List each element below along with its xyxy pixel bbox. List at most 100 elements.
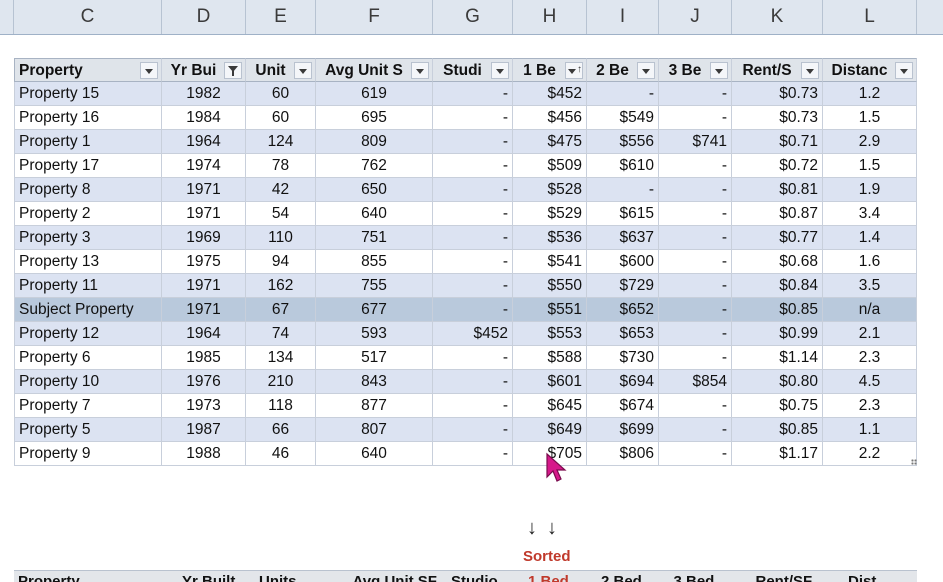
table-cell[interactable]: $541	[513, 250, 587, 274]
table-cell[interactable]: 593	[316, 322, 433, 346]
table-cell[interactable]: -	[433, 394, 513, 418]
column-letter-h[interactable]: H	[513, 0, 587, 34]
table-cell[interactable]: 60	[246, 106, 316, 130]
table-cell[interactable]: 134	[246, 346, 316, 370]
table-cell[interactable]: -	[433, 442, 513, 466]
table-cell[interactable]: 1971	[162, 274, 246, 298]
table-cell[interactable]: 1.5	[823, 154, 917, 178]
table-cell[interactable]: Property 17	[14, 154, 162, 178]
table-cell[interactable]: 3.4	[823, 202, 917, 226]
table-cell[interactable]: -	[659, 106, 732, 130]
table-cell[interactable]: -	[433, 418, 513, 442]
sort-ascending-icon[interactable]: ↑	[565, 62, 583, 79]
table-cell[interactable]: -	[587, 178, 659, 202]
table-cell[interactable]: $452	[433, 322, 513, 346]
table-cell[interactable]: 124	[246, 130, 316, 154]
table-cell[interactable]: $1.17	[732, 442, 823, 466]
table-cell[interactable]: $601	[513, 370, 587, 394]
header-cell[interactable]: Distanc	[823, 58, 917, 82]
header-cell[interactable]: 3 Be	[659, 58, 732, 82]
table-cell[interactable]: -	[659, 322, 732, 346]
table-cell[interactable]: Property 8	[14, 178, 162, 202]
table-cell[interactable]: $0.81	[732, 178, 823, 202]
table-cell[interactable]: 677	[316, 298, 433, 322]
table-cell[interactable]: -	[659, 346, 732, 370]
table-cell[interactable]: 695	[316, 106, 433, 130]
table-cell[interactable]: 1984	[162, 106, 246, 130]
table-cell[interactable]: 4.5	[823, 370, 917, 394]
table-cell[interactable]: 843	[316, 370, 433, 394]
table-cell[interactable]: Subject Property	[14, 298, 162, 322]
table-cell[interactable]: 1971	[162, 202, 246, 226]
table-cell[interactable]: 1987	[162, 418, 246, 442]
table-cell[interactable]: 1964	[162, 322, 246, 346]
table-cell[interactable]: $452	[513, 82, 587, 106]
table-cell[interactable]: Property 12	[14, 322, 162, 346]
table-cell[interactable]: $0.73	[732, 106, 823, 130]
table-cell[interactable]: 162	[246, 274, 316, 298]
table-cell[interactable]: Property 16	[14, 106, 162, 130]
filter-dropdown-icon[interactable]	[710, 62, 728, 79]
column-letter-c[interactable]: C	[14, 0, 162, 34]
column-letter-f[interactable]: F	[316, 0, 433, 34]
table-cell[interactable]: -	[659, 226, 732, 250]
table-cell[interactable]: $0.84	[732, 274, 823, 298]
table-cell[interactable]: -	[433, 226, 513, 250]
header-cell[interactable]: 1 Be ↑	[513, 58, 587, 82]
table-cell[interactable]: -	[433, 274, 513, 298]
table-cell[interactable]: 67	[246, 298, 316, 322]
table-cell[interactable]: -	[587, 82, 659, 106]
table-cell[interactable]: $615	[587, 202, 659, 226]
table-cell[interactable]: 855	[316, 250, 433, 274]
table-cell[interactable]: -	[433, 202, 513, 226]
filter-dropdown-icon[interactable]	[411, 62, 429, 79]
table-cell[interactable]: -	[659, 202, 732, 226]
table-cell[interactable]: $549	[587, 106, 659, 130]
header-cell[interactable]: Rent/S	[732, 58, 823, 82]
table-cell[interactable]: $653	[587, 322, 659, 346]
table-cell[interactable]: 877	[316, 394, 433, 418]
table-cell[interactable]: 1974	[162, 154, 246, 178]
table-cell[interactable]: 640	[316, 202, 433, 226]
column-letter-j[interactable]: J	[659, 0, 732, 34]
filter-active-icon[interactable]	[224, 62, 242, 79]
table-cell[interactable]: -	[433, 346, 513, 370]
table-cell[interactable]: 1971	[162, 178, 246, 202]
table-cell[interactable]: 94	[246, 250, 316, 274]
table-cell[interactable]: 78	[246, 154, 316, 178]
table-cell[interactable]: 807	[316, 418, 433, 442]
table-cell[interactable]: Property 3	[14, 226, 162, 250]
table-cell[interactable]: 42	[246, 178, 316, 202]
table-cell[interactable]: $854	[659, 370, 732, 394]
table-cell[interactable]: $456	[513, 106, 587, 130]
table-cell[interactable]: $0.75	[732, 394, 823, 418]
table-cell[interactable]: 1971	[162, 298, 246, 322]
table-cell[interactable]: -	[659, 394, 732, 418]
table-cell[interactable]: -	[433, 250, 513, 274]
table-cell[interactable]: Property 5	[14, 418, 162, 442]
table-cell[interactable]: 1.6	[823, 250, 917, 274]
table-cell[interactable]: 619	[316, 82, 433, 106]
table-cell[interactable]: $1.14	[732, 346, 823, 370]
table-cell[interactable]: 1973	[162, 394, 246, 418]
table-cell[interactable]: -	[659, 178, 732, 202]
table-cell[interactable]: -	[659, 250, 732, 274]
filter-dropdown-icon[interactable]	[801, 62, 819, 79]
table-cell[interactable]: $741	[659, 130, 732, 154]
table-cell[interactable]: $652	[587, 298, 659, 322]
table-cell[interactable]: -	[659, 418, 732, 442]
table-cell[interactable]: Property 10	[14, 370, 162, 394]
table-cell[interactable]: $637	[587, 226, 659, 250]
table-cell[interactable]: $0.71	[732, 130, 823, 154]
table-cell[interactable]: 210	[246, 370, 316, 394]
table-cell[interactable]: -	[433, 106, 513, 130]
filter-dropdown-icon[interactable]	[895, 62, 913, 79]
table-cell[interactable]: 2.2	[823, 442, 917, 466]
table-cell[interactable]: 54	[246, 202, 316, 226]
table-cell[interactable]: 1.4	[823, 226, 917, 250]
table-cell[interactable]: $806	[587, 442, 659, 466]
table-cell[interactable]: n/a	[823, 298, 917, 322]
table-cell[interactable]: Property 13	[14, 250, 162, 274]
table-cell[interactable]: $536	[513, 226, 587, 250]
table-cell[interactable]: -	[659, 298, 732, 322]
